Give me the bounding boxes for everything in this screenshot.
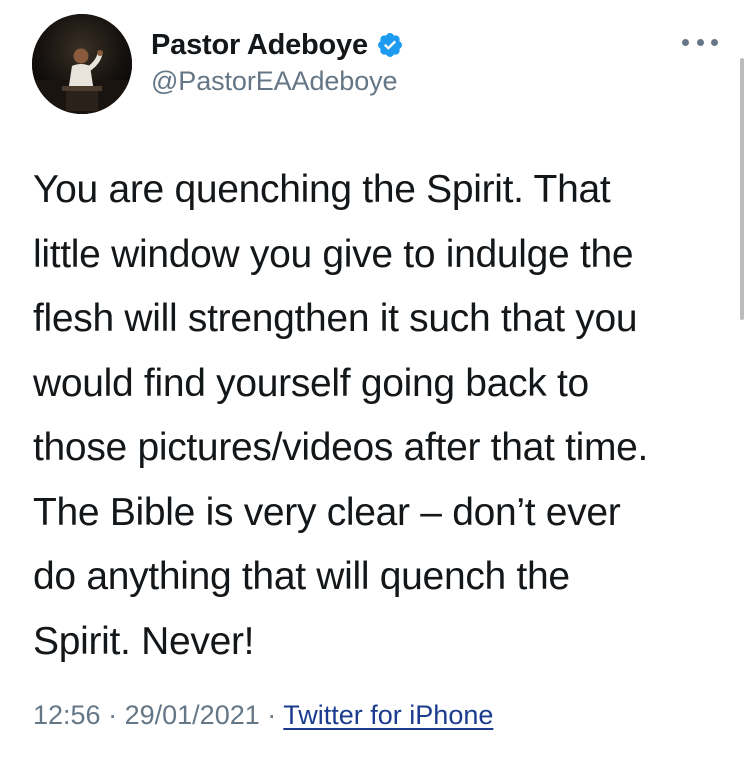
more-options-icon[interactable] <box>678 30 722 54</box>
more-dot <box>696 38 704 46</box>
tweet-card: Pastor Adeboye @PastorEAAdeboye You are … <box>0 0 750 759</box>
tweet-text-line: Spirit. Never! <box>33 619 255 663</box>
tweet-text-line: You are quenching the Spirit. That <box>33 168 611 211</box>
more-dot <box>682 38 689 46</box>
tweet-text-line: little window you give to indulge the <box>33 232 634 276</box>
meta-separator: · <box>108 700 118 730</box>
tweet-text: You are quenching the Spirit. That littl… <box>33 158 723 674</box>
display-name-row: Pastor Adeboye <box>151 28 404 62</box>
more-dot <box>711 38 718 46</box>
scrollbar[interactable] <box>740 58 744 320</box>
tweet-text-line: those pictures/videos after that time. <box>33 426 649 469</box>
tweet-time[interactable]: 12:56 <box>33 700 101 730</box>
source-link[interactable]: Twitter for iPhone <box>283 700 493 730</box>
tweet-header: Pastor Adeboye @PastorEAAdeboye <box>32 14 722 114</box>
avatar-image <box>32 14 132 114</box>
tweet-text-line: The Bible is very clear – don’t ever <box>33 490 621 534</box>
author-names: Pastor Adeboye @PastorEAAdeboye <box>151 28 404 97</box>
avatar[interactable] <box>32 14 132 114</box>
tweet-text-line: do anything that will quench the <box>33 555 570 598</box>
tweet-text-line: flesh will strengthen it such that you <box>33 297 638 340</box>
tweet-date[interactable]: 29/01/2021 <box>125 700 260 730</box>
tweet-meta: 12:56 · 29/01/2021 · Twitter for iPhone <box>33 700 493 731</box>
display-name[interactable]: Pastor Adeboye <box>151 29 368 62</box>
tweet-text-line: would find yourself going back to <box>33 361 589 405</box>
author-handle[interactable]: @PastorEAAdeboye <box>151 66 404 97</box>
verified-badge-icon <box>376 31 404 59</box>
meta-separator: · <box>267 700 277 730</box>
